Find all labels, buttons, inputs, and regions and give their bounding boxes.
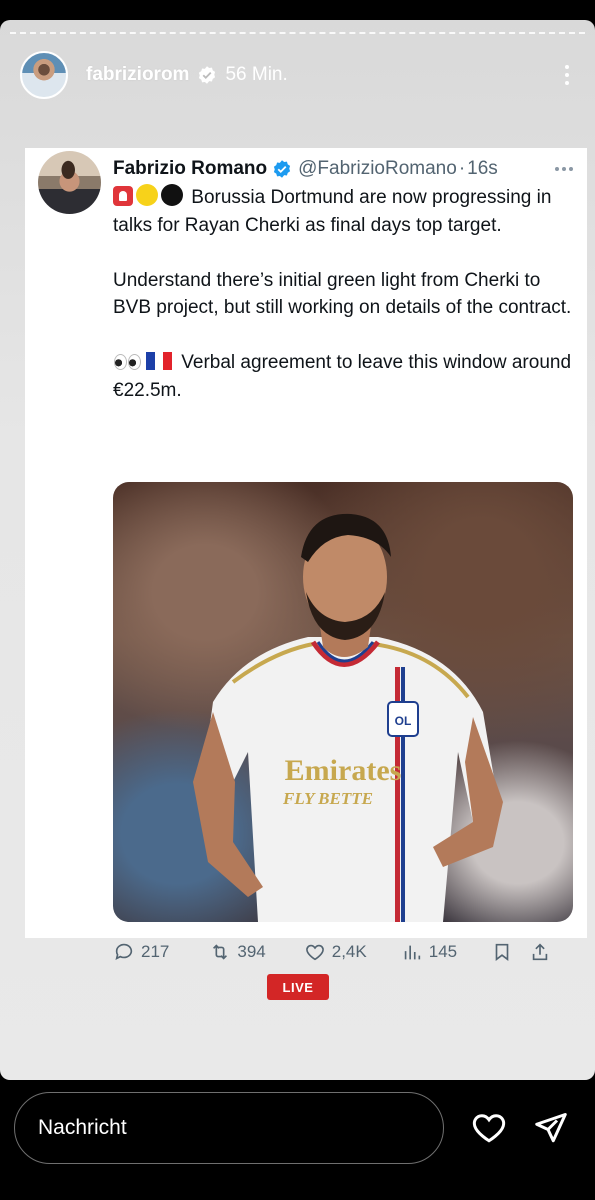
story-avatar[interactable] — [20, 51, 68, 99]
player-illustration: OL Emirates FLY BETTE — [193, 513, 503, 922]
tweet-age: 16s — [467, 158, 498, 179]
verified-badge-icon — [197, 65, 217, 85]
tweet-photo[interactable]: OL Emirates FLY BETTE — [113, 482, 573, 922]
reply-bar: Nachricht — [0, 1080, 595, 1200]
bookmark-button[interactable] — [491, 941, 513, 963]
view-count: 145 — [428, 942, 458, 961]
views-button[interactable]: 145 — [401, 941, 457, 963]
jersey-sponsor-tagline: FLY BETTE — [282, 789, 373, 808]
story-username[interactable]: fabriziorom — [86, 64, 189, 86]
tweet-header: Fabrizio Romano @FabrizioRomano · 16s — [113, 156, 579, 182]
reply-count: 217 — [141, 942, 170, 961]
jersey-sponsor: Emirates — [285, 754, 402, 787]
like-story-heart-icon[interactable] — [470, 1110, 508, 1146]
tweet-more-icon[interactable] — [555, 167, 579, 171]
tweet-text: Borussia Dortmund are now progressing in… — [113, 184, 573, 404]
share-icon — [532, 943, 548, 961]
story-header: fabriziorom 56 Min. — [20, 50, 575, 100]
story-progress-bar — [10, 32, 585, 34]
siren-emoji-icon — [113, 186, 133, 206]
story-frame[interactable]: fabriziorom 56 Min. Fabrizio Romano @Fab… — [0, 20, 595, 1080]
story-more-icon[interactable] — [559, 59, 575, 91]
reply-icon — [115, 943, 133, 960]
repost-icon — [213, 944, 228, 960]
yellow-circle-emoji-icon — [136, 184, 158, 206]
story-time: 56 Min. — [225, 64, 288, 85]
verified-icon — [272, 159, 292, 179]
repost-count: 394 — [237, 942, 266, 961]
live-badge[interactable]: LIVE — [267, 974, 329, 1000]
black-circle-emoji-icon — [161, 184, 183, 206]
tweet-avatar[interactable] — [38, 151, 101, 214]
tweet-author-name[interactable]: Fabrizio Romano — [113, 158, 267, 180]
heart-icon — [305, 944, 324, 961]
repost-button[interactable]: 394 — [209, 941, 266, 963]
tweet-handle[interactable]: @FabrizioRomano — [298, 158, 457, 180]
send-icon[interactable] — [533, 1110, 569, 1146]
tweet-actions: 217 394 2,4K 145 — [113, 938, 583, 966]
like-count: 2,4K — [331, 942, 367, 961]
bookmark-icon — [495, 943, 509, 961]
eyes-emoji-icon — [113, 353, 143, 371]
tweet-text-para3: Verbal agreement to leave this window ar… — [113, 352, 572, 401]
tweet-separator: · — [458, 158, 466, 179]
france-flag-emoji-icon — [146, 352, 173, 370]
tweet-text-para2: Understand there’s initial green light f… — [113, 269, 572, 319]
like-button[interactable]: 2,4K — [304, 941, 367, 963]
tweet-card: Fabrizio Romano @FabrizioRomano · 16s Bo… — [25, 148, 587, 961]
share-button[interactable] — [529, 941, 551, 963]
club-badge: OL — [395, 714, 412, 728]
views-icon — [404, 945, 420, 960]
reply-button[interactable]: 217 — [113, 941, 169, 963]
message-input[interactable]: Nachricht — [14, 1092, 444, 1164]
